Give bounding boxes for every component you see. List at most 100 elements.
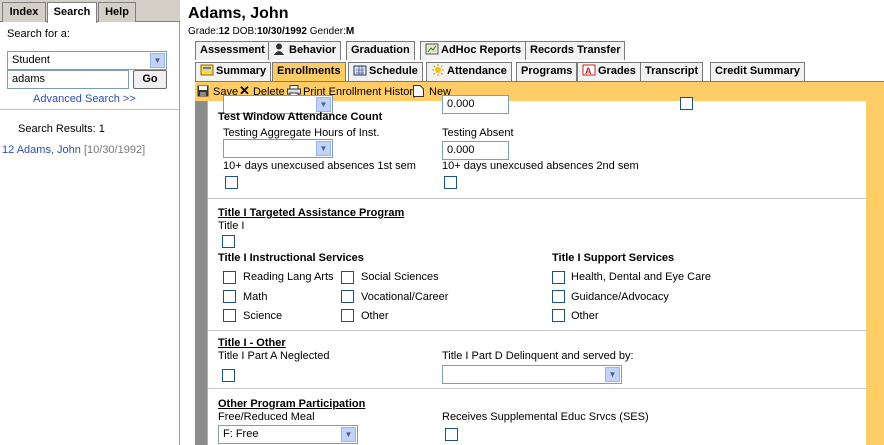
enrollment-form: ▼ 0.000 Test Window Attendance Count Tes… bbox=[207, 95, 867, 445]
dob-value: 10/30/1992 bbox=[256, 26, 307, 37]
reading-checkbox[interactable] bbox=[223, 271, 236, 284]
save-icon bbox=[197, 85, 211, 97]
testing-absent-field[interactable]: 0.000 bbox=[442, 141, 509, 160]
summary-icon bbox=[200, 64, 214, 76]
tab-behavior[interactable]: Behavior bbox=[268, 41, 342, 60]
math-label: Math bbox=[243, 291, 268, 303]
part-a-label: Title I Part A Neglected bbox=[218, 350, 330, 362]
tab-enrollments[interactable]: Enrollments bbox=[272, 62, 346, 81]
vocational-checkbox[interactable] bbox=[341, 290, 354, 303]
tab-summary[interactable]: Summary bbox=[195, 62, 272, 81]
science-label: Science bbox=[243, 310, 283, 322]
instr-other-checkbox[interactable] bbox=[341, 309, 354, 322]
part-a-checkbox[interactable] bbox=[222, 369, 235, 382]
tab-transcript[interactable]: Transcript bbox=[640, 62, 704, 81]
left-tab-bar: Index Search Help bbox=[0, 0, 180, 23]
tab-adhoc-reports[interactable]: AdHoc Reports bbox=[420, 41, 527, 60]
go-button[interactable]: Go bbox=[133, 70, 167, 89]
tab-records-transfer[interactable]: Records Transfer bbox=[525, 41, 626, 60]
divider bbox=[0, 109, 179, 110]
tab-attendance[interactable]: Attendance bbox=[426, 62, 512, 81]
sun-icon bbox=[431, 64, 445, 76]
support-other-label: Other bbox=[571, 310, 599, 322]
tab-help[interactable]: Help bbox=[98, 2, 136, 22]
tab-graduation[interactable]: Graduation bbox=[346, 41, 415, 60]
ses-checkbox[interactable] bbox=[445, 428, 458, 441]
chevron-down-icon[interactable]: ▼ bbox=[341, 427, 356, 442]
left-panel: Index Search Help Search for a: Student … bbox=[0, 0, 180, 445]
grade-label: Grade: bbox=[188, 26, 219, 37]
tab-assessment[interactable]: Assessment bbox=[195, 41, 270, 60]
grade-value: 12 bbox=[218, 26, 230, 37]
free-reduced-select[interactable]: F: Free ▼ bbox=[218, 425, 358, 444]
guidance-label: Guidance/Advocacy bbox=[571, 291, 669, 303]
testing-agg-select[interactable]: ▼ bbox=[223, 139, 333, 158]
testing-agg-label: Testing Aggregate Hours of Inst. bbox=[223, 127, 380, 139]
science-checkbox[interactable] bbox=[223, 309, 236, 322]
tab-index[interactable]: Index bbox=[2, 2, 46, 22]
gender-label: Gender: bbox=[309, 26, 346, 37]
tab-credit-summary[interactable]: Credit Summary bbox=[710, 62, 805, 81]
other-program-heading: Other Program Participation bbox=[218, 398, 366, 410]
title1-label: Title I bbox=[218, 220, 245, 232]
free-reduced-label: Free/Reduced Meal bbox=[218, 411, 315, 423]
tab-grades[interactable]: A Grades bbox=[577, 62, 641, 81]
result-grade: 12 bbox=[2, 144, 15, 156]
guidance-checkbox[interactable] bbox=[552, 290, 565, 303]
math-checkbox[interactable] bbox=[223, 290, 236, 303]
chevron-down-icon[interactable]: ▼ bbox=[316, 97, 331, 112]
unexcused-1st-checkbox[interactable] bbox=[225, 176, 238, 189]
grades-icon: A bbox=[582, 64, 596, 76]
unexcused-2nd-checkbox[interactable] bbox=[444, 176, 457, 189]
result-dob: [10/30/1992] bbox=[83, 144, 146, 156]
report-icon bbox=[425, 43, 439, 55]
cut-checkbox[interactable] bbox=[680, 97, 693, 110]
vocational-label: Vocational/Career bbox=[361, 291, 449, 303]
part-d-select[interactable]: ▼ bbox=[442, 365, 622, 384]
part-d-label: Title I Part D Delinquent and served by: bbox=[442, 350, 634, 362]
divider bbox=[208, 198, 867, 199]
schedule-icon bbox=[353, 64, 367, 76]
divider bbox=[208, 330, 867, 331]
chevron-down-icon[interactable]: ▼ bbox=[605, 367, 620, 382]
search-input[interactable]: adams bbox=[7, 70, 129, 89]
instr-services-heading: Title I Instructional Services bbox=[218, 252, 364, 264]
reading-label: Reading Lang Arts bbox=[243, 271, 334, 283]
search-for-label: Search for a: bbox=[7, 28, 70, 40]
gender-value: M bbox=[345, 26, 355, 37]
instr-other-label: Other bbox=[361, 310, 389, 322]
search-result-item[interactable]: 12 Adams, John [10/30/1992] bbox=[2, 144, 145, 156]
search-type-value: Student bbox=[12, 54, 50, 66]
chevron-down-icon[interactable]: ▼ bbox=[316, 141, 331, 156]
scroll-gutter bbox=[195, 101, 207, 445]
free-reduced-value: F: Free bbox=[223, 428, 259, 440]
tab-search[interactable]: Search bbox=[47, 2, 97, 23]
dob-label: DOB: bbox=[232, 26, 257, 37]
testing-absent-label: Testing Absent bbox=[442, 127, 514, 139]
title1-other-heading: Title I - Other bbox=[218, 337, 286, 349]
chevron-down-icon[interactable]: ▼ bbox=[150, 53, 165, 68]
search-results-label: Search Results: 1 bbox=[18, 123, 105, 135]
twac-heading: Test Window Attendance Count bbox=[218, 111, 383, 123]
support-other-checkbox[interactable] bbox=[552, 309, 565, 322]
support-services-heading: Title I Support Services bbox=[552, 252, 675, 264]
health-label: Health, Dental and Eye Care bbox=[571, 271, 712, 283]
search-type-select[interactable]: Student ▼ bbox=[7, 51, 167, 70]
divider bbox=[208, 388, 867, 389]
result-name-link[interactable]: Adams, John bbox=[17, 144, 81, 156]
cut-value-field[interactable]: 0.000 bbox=[442, 95, 509, 114]
social-sciences-checkbox[interactable] bbox=[341, 271, 354, 284]
tab-programs[interactable]: Programs bbox=[516, 62, 578, 81]
unexcused-2nd-label: 10+ days unexcused absences 2nd sem bbox=[442, 160, 639, 172]
title1-tap-heading: Title I Targeted Assistance Program bbox=[218, 207, 405, 219]
ses-label: Receives Supplemental Educ Srvcs (SES) bbox=[442, 411, 649, 423]
advanced-search-link[interactable]: Advanced Search >> bbox=[33, 93, 136, 105]
health-checkbox[interactable] bbox=[552, 271, 565, 284]
student-info: Grade:12 DOB:10/30/1992 Gender:M bbox=[188, 26, 354, 37]
unexcused-1st-label: 10+ days unexcused absences 1st sem bbox=[223, 160, 416, 172]
tab-schedule[interactable]: Schedule bbox=[348, 62, 423, 81]
social-sciences-label: Social Sciences bbox=[361, 271, 439, 283]
title1-checkbox[interactable] bbox=[222, 235, 235, 248]
student-name: Adams, John bbox=[188, 5, 289, 22]
new-document-icon bbox=[413, 85, 427, 97]
